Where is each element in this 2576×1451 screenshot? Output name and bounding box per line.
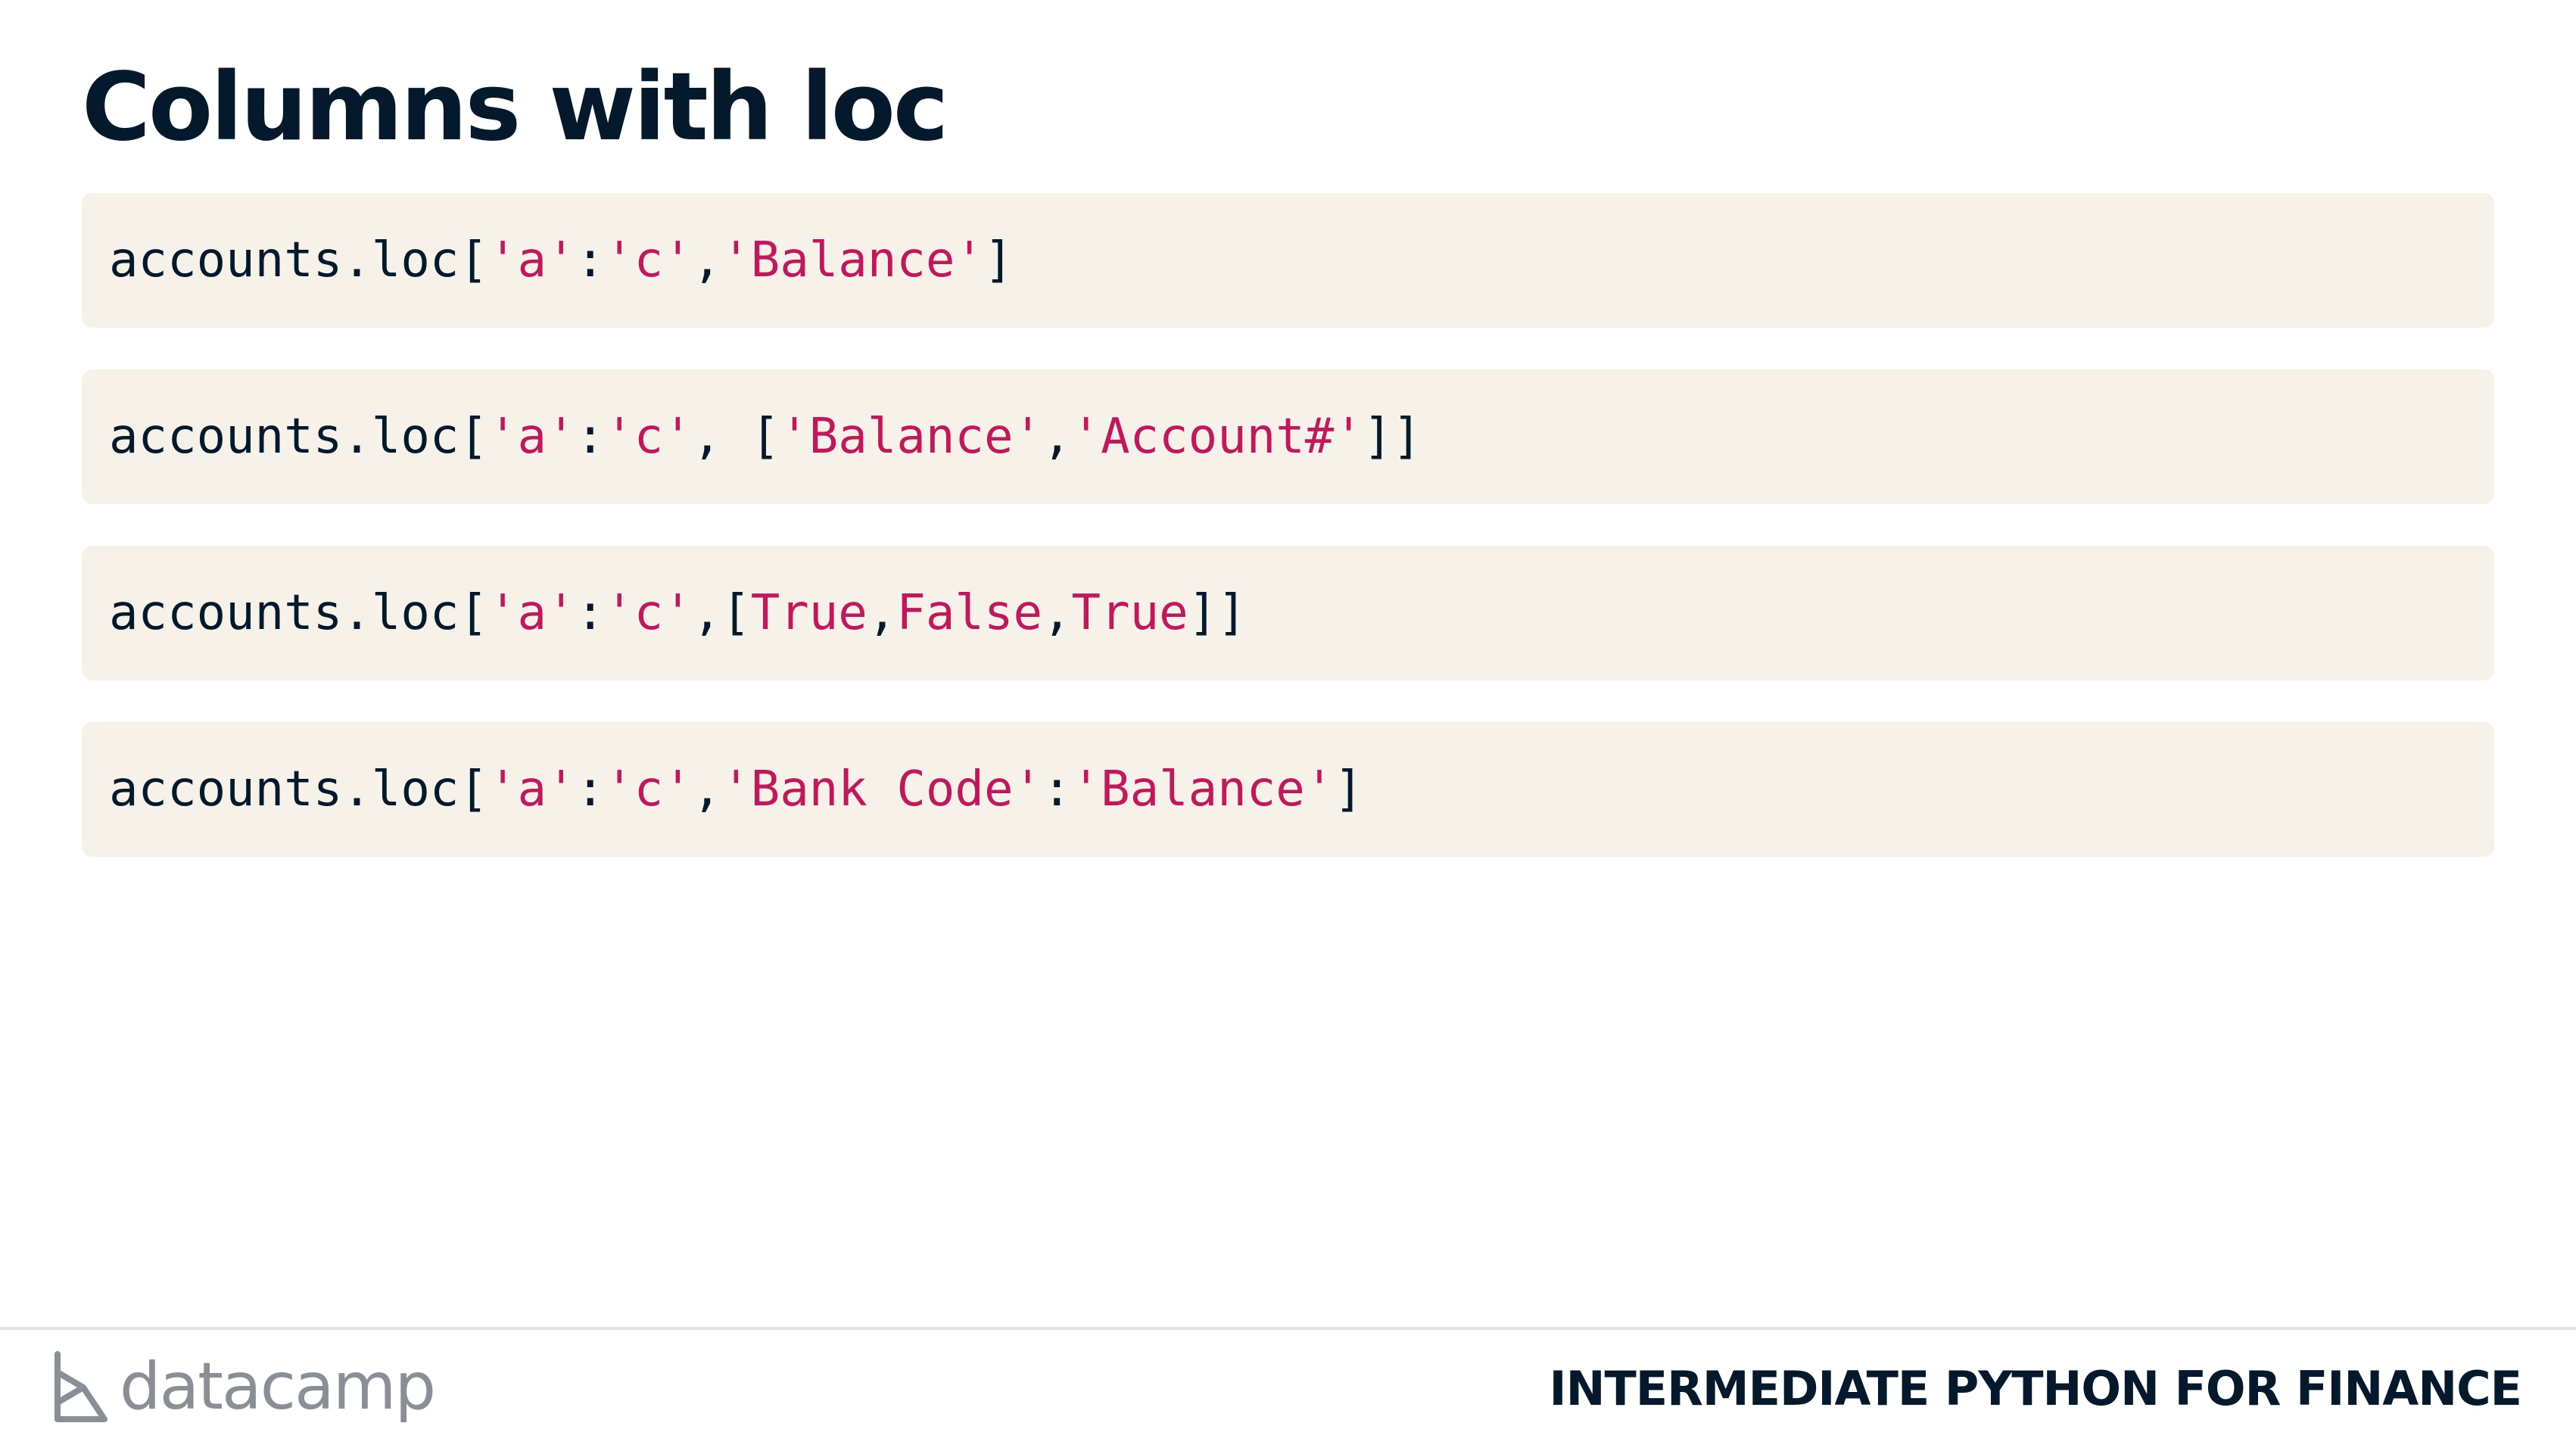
code-string-literal: 'a': [487, 232, 576, 288]
code-string-literal: 'Balance': [1071, 761, 1335, 817]
datacamp-logo: datacamp: [53, 1349, 436, 1425]
code-keyword: False: [896, 585, 1042, 641]
code-token: ,: [692, 761, 722, 817]
code-token: ]]: [1188, 585, 1247, 641]
code-token: accounts.loc[: [109, 585, 488, 641]
code-token: ,[: [692, 585, 751, 641]
code-token: :: [1042, 761, 1072, 817]
code-keyword: True: [1071, 585, 1188, 641]
code-keyword: True: [750, 585, 867, 641]
code-token: ,: [692, 232, 722, 288]
datacamp-logo-text: datacamp: [120, 1349, 436, 1425]
code-token: :: [575, 232, 606, 288]
code-string-literal: 'Balance': [780, 409, 1042, 465]
code-token: accounts.loc[: [109, 232, 488, 288]
code-string-literal: 'a': [487, 409, 576, 465]
footer-divider: [0, 1327, 2576, 1330]
course-name: INTERMEDIATE PYTHON FOR FINANCE: [1549, 1361, 2522, 1416]
code-block-4: accounts.loc['a':'c', 'Bank Code': 'Balanc…: [82, 722, 2494, 857]
code-block-3: accounts.loc['a':'c' ,[True, False, True]]: [82, 546, 2494, 680]
code-token: accounts.loc[: [109, 761, 488, 817]
code-token: ]: [983, 232, 1014, 288]
code-string-literal: 'Account#': [1071, 409, 1363, 465]
datacamp-logo-icon: [55, 1351, 107, 1422]
code-string-literal: 'a': [487, 761, 576, 817]
code-string-literal: 'a': [487, 585, 576, 641]
code-string-literal: 'Bank Code': [721, 761, 1042, 817]
code-string-literal: 'Balance': [721, 232, 984, 288]
code-token: , [: [692, 409, 780, 465]
code-string-literal: 'c': [605, 409, 693, 465]
code-token: ]]: [1363, 409, 1422, 465]
code-string-literal: 'c': [605, 585, 693, 641]
slide-title: Columns with loc: [82, 53, 948, 162]
code-token: ,: [1042, 585, 1072, 641]
code-string-literal: 'c': [605, 761, 693, 817]
code-token: accounts.loc[: [109, 409, 488, 465]
code-token: ]: [1334, 761, 1363, 817]
code-token: ,: [1042, 409, 1072, 465]
code-block-1: accounts.loc['a':'c', 'Balance']: [82, 193, 2494, 328]
code-token: :: [575, 761, 606, 817]
code-string-literal: 'c': [605, 232, 693, 288]
code-token: :: [575, 585, 606, 641]
code-token: ,: [867, 585, 897, 641]
code-token: :: [575, 409, 606, 465]
code-block-2: accounts.loc['a':'c', ['Balance', 'Accoun…: [82, 369, 2494, 504]
